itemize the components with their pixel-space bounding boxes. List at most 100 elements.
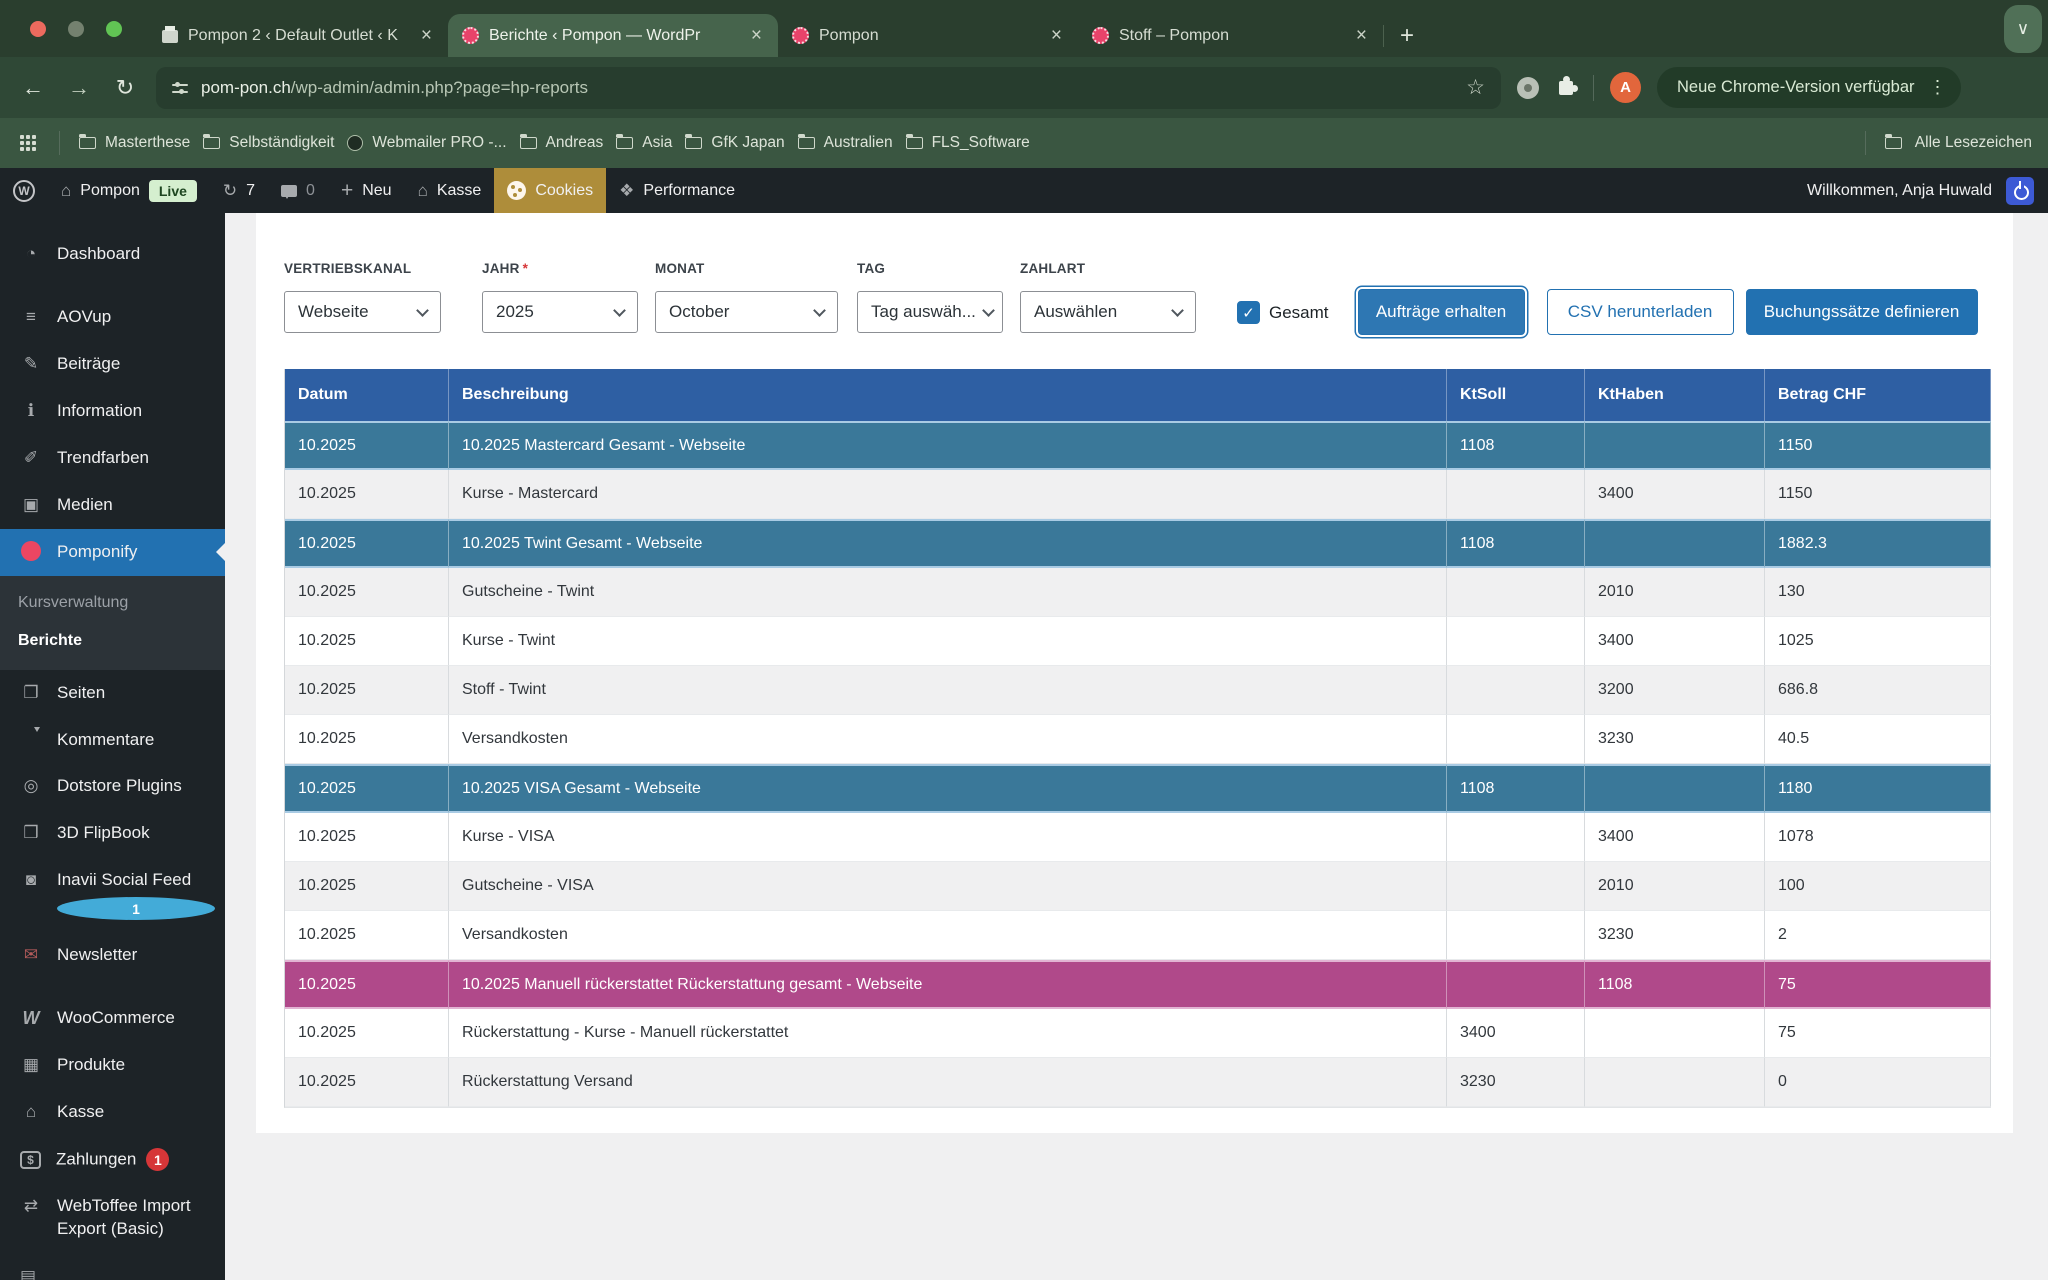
table-cell: 10.2025: [285, 421, 449, 470]
bookmark-item[interactable]: Webmailer PRO -...: [347, 134, 506, 152]
browser-toolbar: ← → ↻ pom-pon.ch/wp-admin/admin.php?page…: [0, 57, 2048, 118]
products-icon: ▦: [20, 1055, 42, 1075]
sidebar-item-kommentare[interactable]: Kommentare: [0, 717, 225, 764]
url-text: pom-pon.ch/wp-admin/admin.php?page=hp-re…: [201, 78, 1453, 98]
close-icon[interactable]: ×: [419, 25, 434, 47]
filter-label: TAG: [857, 261, 1003, 291]
table-row: 10.2025Kurse - Mastercard34001150: [285, 470, 1991, 519]
all-bookmarks-button[interactable]: Alle Lesezeichen: [1915, 134, 2032, 152]
table-cell: 10.2025: [285, 666, 449, 715]
required-asterisk: *: [523, 261, 528, 276]
site-name-menu[interactable]: ⌂ Pompon Live: [48, 168, 210, 213]
chevron-down-icon: [613, 304, 626, 317]
updates-menu[interactable]: ↻ 7: [210, 168, 268, 213]
sidebar-item-medien[interactable]: ▣Medien: [0, 482, 225, 529]
sidebar-item-pomponify[interactable]: Pomponify: [0, 529, 225, 576]
wp-logo-menu[interactable]: W: [0, 168, 48, 213]
table-cell: 10.2025: [285, 470, 449, 519]
browser-menu-icon[interactable]: ⋮: [1929, 77, 1947, 98]
browser-tab[interactable]: Pompon×: [778, 14, 1078, 57]
pages-icon: ❐: [20, 683, 42, 703]
filter-group-tag: TAGTag auswäh...: [857, 261, 1003, 333]
sidebar-item-kasse[interactable]: ⌂Kasse: [0, 1089, 225, 1136]
csv-herunterladen-button[interactable]: CSV herunterladen: [1547, 289, 1734, 335]
plus-icon: +: [341, 179, 353, 203]
site-settings-icon[interactable]: [172, 82, 188, 94]
sidebar-item-produkte[interactable]: ▦ Produkte: [0, 1042, 225, 1089]
sidebar-item-seiten[interactable]: ❐Seiten: [0, 670, 225, 717]
account-menu[interactable]: Willkommen, Anja Huwald: [1807, 182, 1992, 200]
sidebar-item-dotstore-plugins[interactable]: ◎Dotstore Plugins: [0, 763, 225, 810]
bookmark-item[interactable]: GfK Japan: [685, 134, 784, 152]
gesamt-checkbox[interactable]: ✓Gesamt: [1237, 301, 1329, 324]
sidebar-item-inavii-social-feed[interactable]: ◙Inavii Social Feed1: [0, 857, 225, 932]
table-cell: 10.2025: [285, 764, 449, 813]
sidebar-item-beitr-ge[interactable]: ✎Beiträge: [0, 341, 225, 388]
close-icon[interactable]: ×: [1354, 25, 1369, 47]
bookmark-item[interactable]: Asia: [616, 134, 672, 152]
table-cell: 10.2025: [285, 715, 449, 764]
comments-menu[interactable]: 0: [268, 168, 328, 213]
cookies-menu[interactable]: Cookies: [494, 168, 606, 213]
zoom-window-button[interactable]: [106, 21, 122, 37]
sidebar-item-dashboard[interactable]: ◔Dashboard: [0, 231, 225, 278]
filter-select-monat[interactable]: October: [655, 291, 838, 333]
auftr-ge-erhalten-button[interactable]: Aufträge erhalten: [1358, 289, 1525, 335]
bookmark-label: Masterthese: [105, 134, 190, 152]
table-cell: 10.2025: [285, 519, 449, 568]
extensions-puzzle-icon[interactable]: [1559, 81, 1573, 95]
sidebar-item-aovup[interactable]: ≡AOVup: [0, 294, 225, 341]
buchungss-tze-definieren-button[interactable]: Buchungssätze definieren: [1746, 289, 1978, 335]
new-tab-button[interactable]: +: [1384, 14, 1430, 57]
sidebar-item-zahlungen[interactable]: $Zahlungen1: [0, 1136, 225, 1183]
table-row: 10.2025Rückerstattung - Kurse - Manuell …: [285, 1009, 1991, 1058]
close-icon[interactable]: ×: [1049, 25, 1064, 47]
forward-button[interactable]: →: [64, 75, 94, 101]
bookmark-item[interactable]: Andreas: [520, 134, 604, 152]
submenu-item-berichte[interactable]: Berichte: [0, 622, 225, 660]
new-content-menu[interactable]: + Neu: [328, 168, 405, 213]
sidebar-item-woocommerce[interactable]: WWooCommerce: [0, 995, 225, 1042]
media-icon: ▣: [20, 495, 42, 515]
sidebar-item-3d-flipbook[interactable]: ❒3D FlipBook: [0, 810, 225, 857]
reload-button[interactable]: ↻: [110, 75, 140, 101]
filter-select-zahlart[interactable]: Auswählen: [1020, 291, 1196, 333]
sidebar-item-trendfarben[interactable]: ✐Trendfarben: [0, 435, 225, 482]
browser-tab[interactable]: Stoff – Pompon×: [1078, 14, 1383, 57]
table-cell: 75: [1765, 1009, 1991, 1058]
bookmark-item[interactable]: Masterthese: [79, 134, 190, 152]
sidebar-item-newsletter[interactable]: ✉Newsletter: [0, 932, 225, 979]
minimize-window-button[interactable]: [68, 21, 84, 37]
performance-menu[interactable]: ❖ Performance: [606, 168, 748, 213]
browser-tab[interactable]: Pompon 2 ‹ Default Outlet ‹ K×: [148, 14, 448, 57]
address-bar[interactable]: pom-pon.ch/wp-admin/admin.php?page=hp-re…: [156, 67, 1501, 109]
apps-grid-icon[interactable]: [20, 135, 36, 151]
filter-select-jahr[interactable]: 2025: [482, 291, 638, 333]
bookmark-item[interactable]: Selbständigkeit: [203, 134, 334, 152]
close-icon[interactable]: ×: [749, 25, 764, 47]
screenshot-camera-icon[interactable]: [1517, 77, 1539, 99]
browser-tab[interactable]: Berichte ‹ Pompon — WordPr×: [448, 14, 778, 57]
submenu-item-kursverwaltung[interactable]: Kursverwaltung: [0, 584, 225, 622]
chrome-update-button[interactable]: Neue Chrome-Version verfügbar ⋮: [1657, 67, 1961, 108]
filter-select-tag[interactable]: Tag auswäh...: [857, 291, 1003, 333]
bookmark-item[interactable]: FLS_Software: [906, 134, 1030, 152]
logout-power-icon[interactable]: [2006, 177, 2034, 205]
dotstore-icon: ◎: [20, 776, 42, 796]
sidebar-item-webtoffee-import-export-basic-[interactable]: ⇄WebToffee Import Export (Basic): [0, 1183, 225, 1253]
bookmark-star-icon[interactable]: ☆: [1466, 75, 1485, 100]
filter-select-vertriebskanal[interactable]: Webseite: [284, 291, 441, 333]
sidebar-item-label: Beiträge: [57, 353, 215, 376]
bookmark-item[interactable]: Australien: [798, 134, 893, 152]
sidebar-item-information[interactable]: ℹInformation: [0, 388, 225, 435]
sidebar-submenu: KursverwaltungBerichte: [0, 576, 225, 670]
tab-search-chevron-button[interactable]: ∨: [2004, 5, 2042, 53]
back-button[interactable]: ←: [18, 75, 48, 101]
sidebar-item-label: Produkte: [57, 1054, 215, 1077]
close-window-button[interactable]: [30, 21, 46, 37]
kasse-menu[interactable]: ⌂ Kasse: [405, 168, 495, 213]
folder-icon: [203, 137, 220, 149]
table-cell: 686.8: [1765, 666, 1991, 715]
profile-avatar[interactable]: A: [1610, 72, 1641, 103]
checkbox-checked-icon[interactable]: ✓: [1237, 301, 1260, 324]
